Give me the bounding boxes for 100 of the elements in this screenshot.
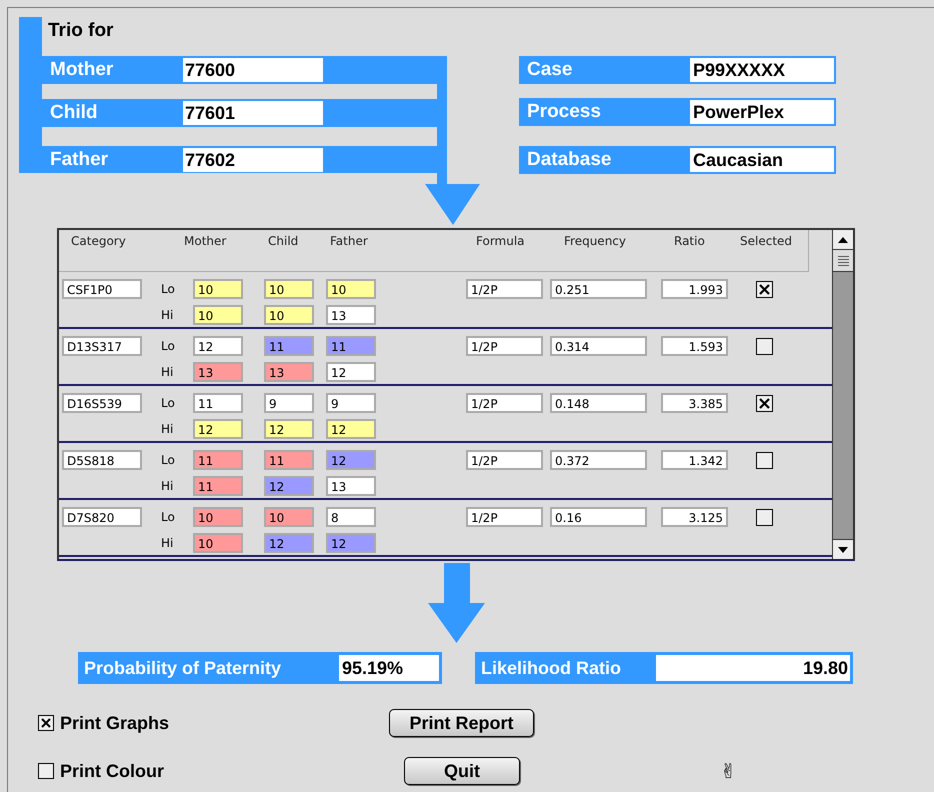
input-field[interactable]: 1/2P: [466, 279, 543, 299]
allele-field[interactable]: 13: [264, 362, 314, 382]
allele-field[interactable]: 12: [264, 419, 314, 439]
allele-field[interactable]: 10: [264, 279, 314, 299]
input-field[interactable]: 1.342: [661, 450, 728, 470]
allele-field[interactable]: 11: [193, 393, 243, 413]
hand-cursor-icon: ✌: [720, 756, 737, 786]
allele-label: Lo: [161, 338, 176, 355]
checkbox[interactable]: [756, 395, 773, 412]
allele-label: Lo: [161, 395, 176, 412]
allele-field[interactable]: 12: [326, 450, 376, 470]
allele-field[interactable]: 13: [326, 305, 376, 325]
input-field[interactable]: 0.372: [550, 450, 647, 470]
input-field[interactable]: 0.314: [550, 336, 647, 356]
input-field[interactable]: 77602: [183, 148, 323, 172]
input-field[interactable]: 3.125: [661, 507, 728, 527]
input-field[interactable]: 1/2P: [466, 450, 543, 470]
checkbox[interactable]: [756, 452, 773, 469]
checkbox[interactable]: [38, 763, 54, 779]
push-button[interactable]: Quit: [404, 757, 520, 785]
allele-field[interactable]: 10: [264, 507, 314, 527]
allele-label: Hi: [161, 364, 174, 381]
allele-field[interactable]: 10: [193, 279, 243, 299]
column-header: Father: [330, 234, 368, 248]
column-header: Mother: [184, 234, 226, 248]
input-field[interactable]: D16S539: [62, 393, 142, 413]
checkbox[interactable]: [756, 281, 773, 298]
input-field[interactable]: 77601: [183, 101, 323, 125]
allele-field[interactable]: 13: [326, 476, 376, 496]
input-field[interactable]: 3.385: [661, 393, 728, 413]
column-header: Selected: [740, 234, 792, 248]
allele-label: Hi: [161, 421, 174, 438]
allele-field[interactable]: 10: [193, 305, 243, 325]
column-header: Category: [71, 234, 126, 248]
allele-field[interactable]: 10: [264, 305, 314, 325]
allele-label: Lo: [161, 281, 176, 298]
field-label: Process: [526, 100, 602, 124]
input-field[interactable]: 1/2P: [466, 393, 543, 413]
field-label: Case: [526, 58, 574, 82]
scrollbar[interactable]: [832, 230, 853, 559]
checkbox-label: Print Colour: [60, 760, 164, 782]
input-field[interactable]: 1.593: [661, 336, 728, 356]
column-header: Child: [268, 234, 298, 248]
allele-field[interactable]: 12: [193, 419, 243, 439]
input-field[interactable]: 0.148: [550, 393, 647, 413]
push-button[interactable]: Print Report: [389, 709, 534, 737]
input-field[interactable]: 0.16: [550, 507, 647, 527]
allele-field[interactable]: 9: [326, 393, 376, 413]
allele-field[interactable]: 9: [264, 393, 314, 413]
allele-field[interactable]: 11: [193, 476, 243, 496]
input-field[interactable]: 1/2P: [466, 507, 543, 527]
allele-field[interactable]: 12: [264, 533, 314, 553]
allele-label: Lo: [161, 452, 176, 469]
output-field: 19.80: [656, 655, 850, 681]
allele-field[interactable]: 10: [326, 279, 376, 299]
result-label: Probability of Paternity: [83, 656, 282, 680]
field-label: Father: [50, 148, 110, 172]
input-field[interactable]: D7S820: [62, 507, 142, 527]
input-field[interactable]: PowerPlex: [690, 100, 834, 124]
allele-field[interactable]: 11: [264, 450, 314, 470]
scroll-down-icon[interactable]: [833, 539, 853, 559]
allele-field[interactable]: 11: [264, 336, 314, 356]
input-field[interactable]: 0.251: [550, 279, 647, 299]
allele-label: Hi: [161, 535, 174, 552]
allele-field[interactable]: 8: [326, 507, 376, 527]
allele-field[interactable]: 12: [193, 336, 243, 356]
column-header: Formula: [476, 234, 525, 248]
field-label: Mother: [50, 58, 114, 82]
checkbox-label: Print Graphs: [60, 712, 170, 735]
scroll-up-icon[interactable]: [833, 230, 853, 250]
allele-field[interactable]: 11: [193, 450, 243, 470]
group-title: Trio for: [48, 19, 114, 43]
input-field[interactable]: D13S317: [62, 336, 142, 356]
allele-field[interactable]: 10: [193, 533, 243, 553]
checkbox[interactable]: [756, 338, 773, 355]
checkbox[interactable]: [756, 509, 773, 526]
result-label: Likelihood Ratio: [480, 656, 622, 680]
input-field[interactable]: P99XXXXX: [690, 58, 834, 82]
allele-field[interactable]: 12: [326, 533, 376, 553]
input-field[interactable]: Caucasian: [690, 148, 834, 172]
output-field: 95.19%: [339, 655, 439, 681]
allele-field[interactable]: 13: [193, 362, 243, 382]
allele-field[interactable]: 12: [264, 476, 314, 496]
column-header: Frequency: [564, 234, 626, 248]
input-field[interactable]: CSF1P0: [62, 279, 142, 299]
allele-field[interactable]: 10: [193, 507, 243, 527]
allele-label: Hi: [161, 307, 174, 324]
checkbox[interactable]: [38, 715, 54, 731]
allele-field[interactable]: 12: [326, 419, 376, 439]
scroll-thumb[interactable]: [833, 250, 853, 272]
down-arrow-icon: [428, 563, 485, 643]
allele-label: Lo: [161, 509, 176, 526]
column-header: Ratio: [674, 234, 705, 248]
allele-field[interactable]: 12: [326, 362, 376, 382]
input-field[interactable]: 1.993: [661, 279, 728, 299]
input-field[interactable]: D5S818: [62, 450, 142, 470]
input-field[interactable]: 1/2P: [466, 336, 543, 356]
input-field[interactable]: 77600: [183, 58, 323, 82]
allele-field[interactable]: 11: [326, 336, 376, 356]
field-label: Database: [526, 148, 612, 172]
